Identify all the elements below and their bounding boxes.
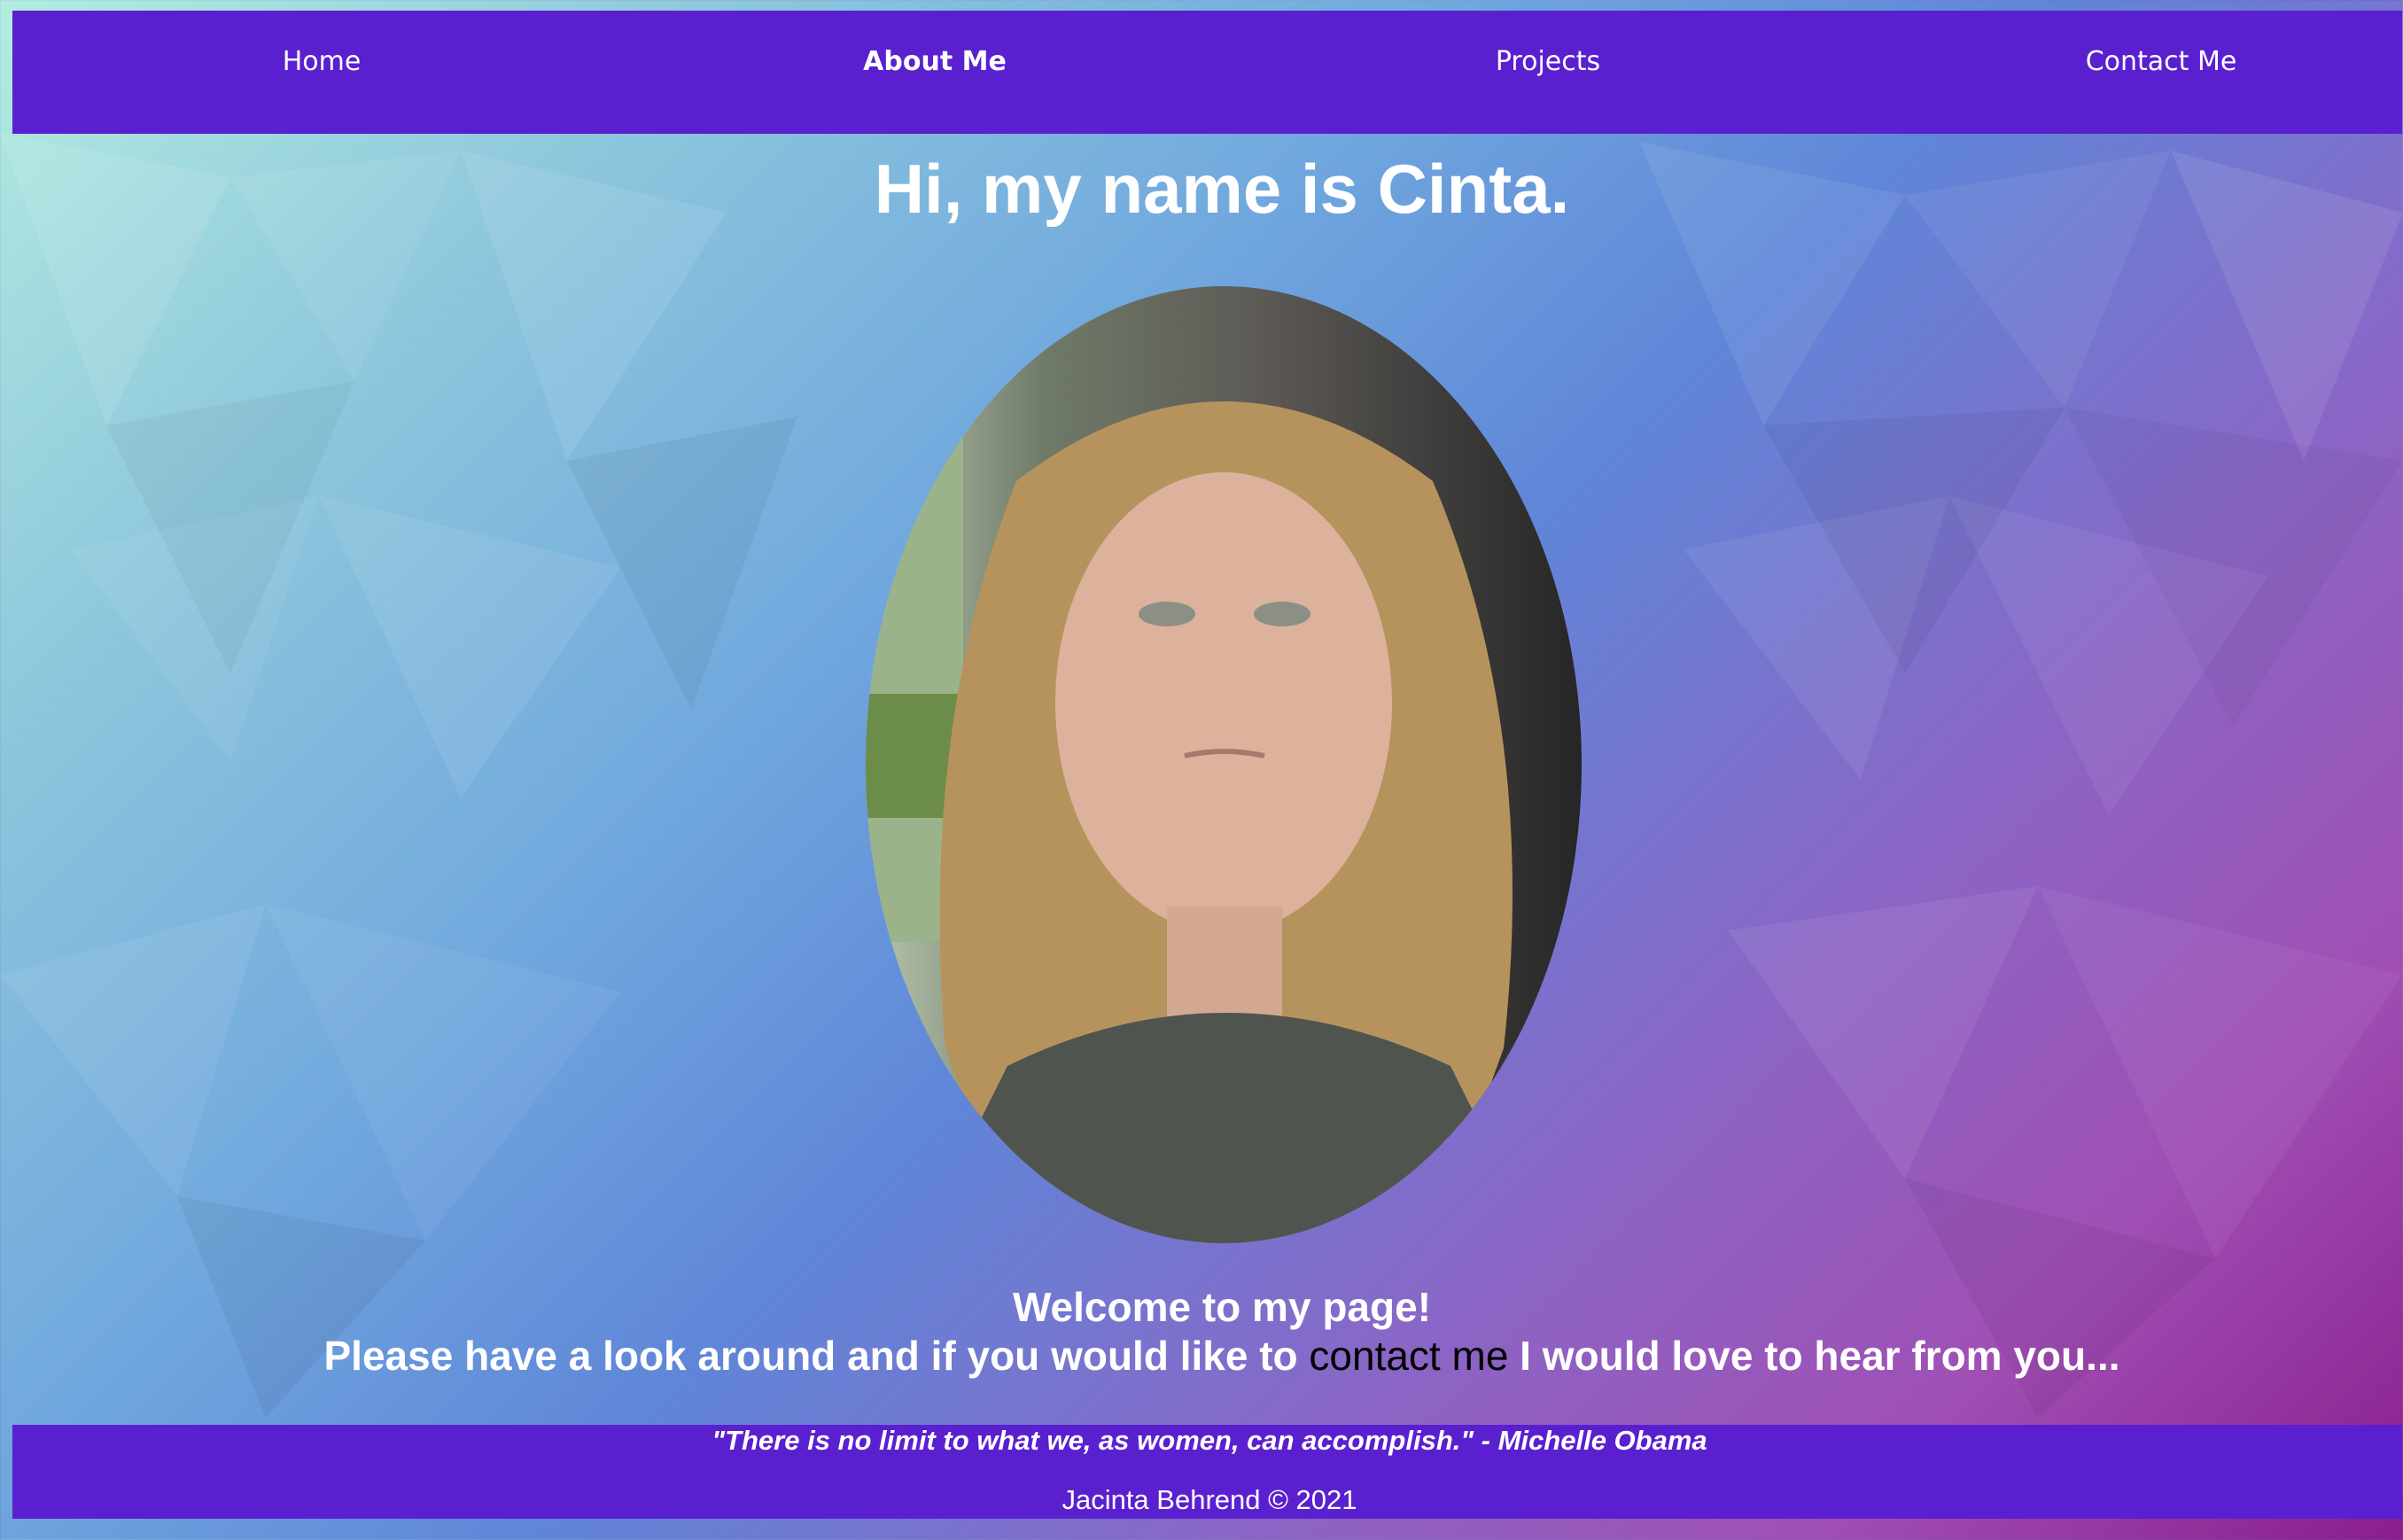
intro-text: Please have a look around and if you wou… <box>0 1332 2403 1380</box>
footer-quote: "There is no limit to what we, as women,… <box>712 1425 1707 1456</box>
nav-projects[interactable]: Projects <box>1496 46 1600 77</box>
intro-text-end: I would love to hear from you... <box>1508 1333 2120 1379</box>
footer-copyright: Jacinta Behrend © 2021 <box>1062 1484 1357 1515</box>
top-navigation: Home About Me Projects Contact Me <box>12 11 2402 134</box>
nav-contact-me[interactable]: Contact Me <box>2086 46 2237 77</box>
contact-me-link[interactable]: contact me <box>1309 1333 1508 1379</box>
intro-text-start: Please have a look around and if you wou… <box>323 1333 1310 1379</box>
welcome-heading: Welcome to my page! <box>1012 1284 1432 1330</box>
nav-home[interactable]: Home <box>283 46 362 77</box>
profile-photo <box>866 286 1582 1243</box>
page-title: Hi, my name is Cinta. <box>874 150 1570 228</box>
nav-about-me[interactable]: About Me <box>863 46 1007 77</box>
